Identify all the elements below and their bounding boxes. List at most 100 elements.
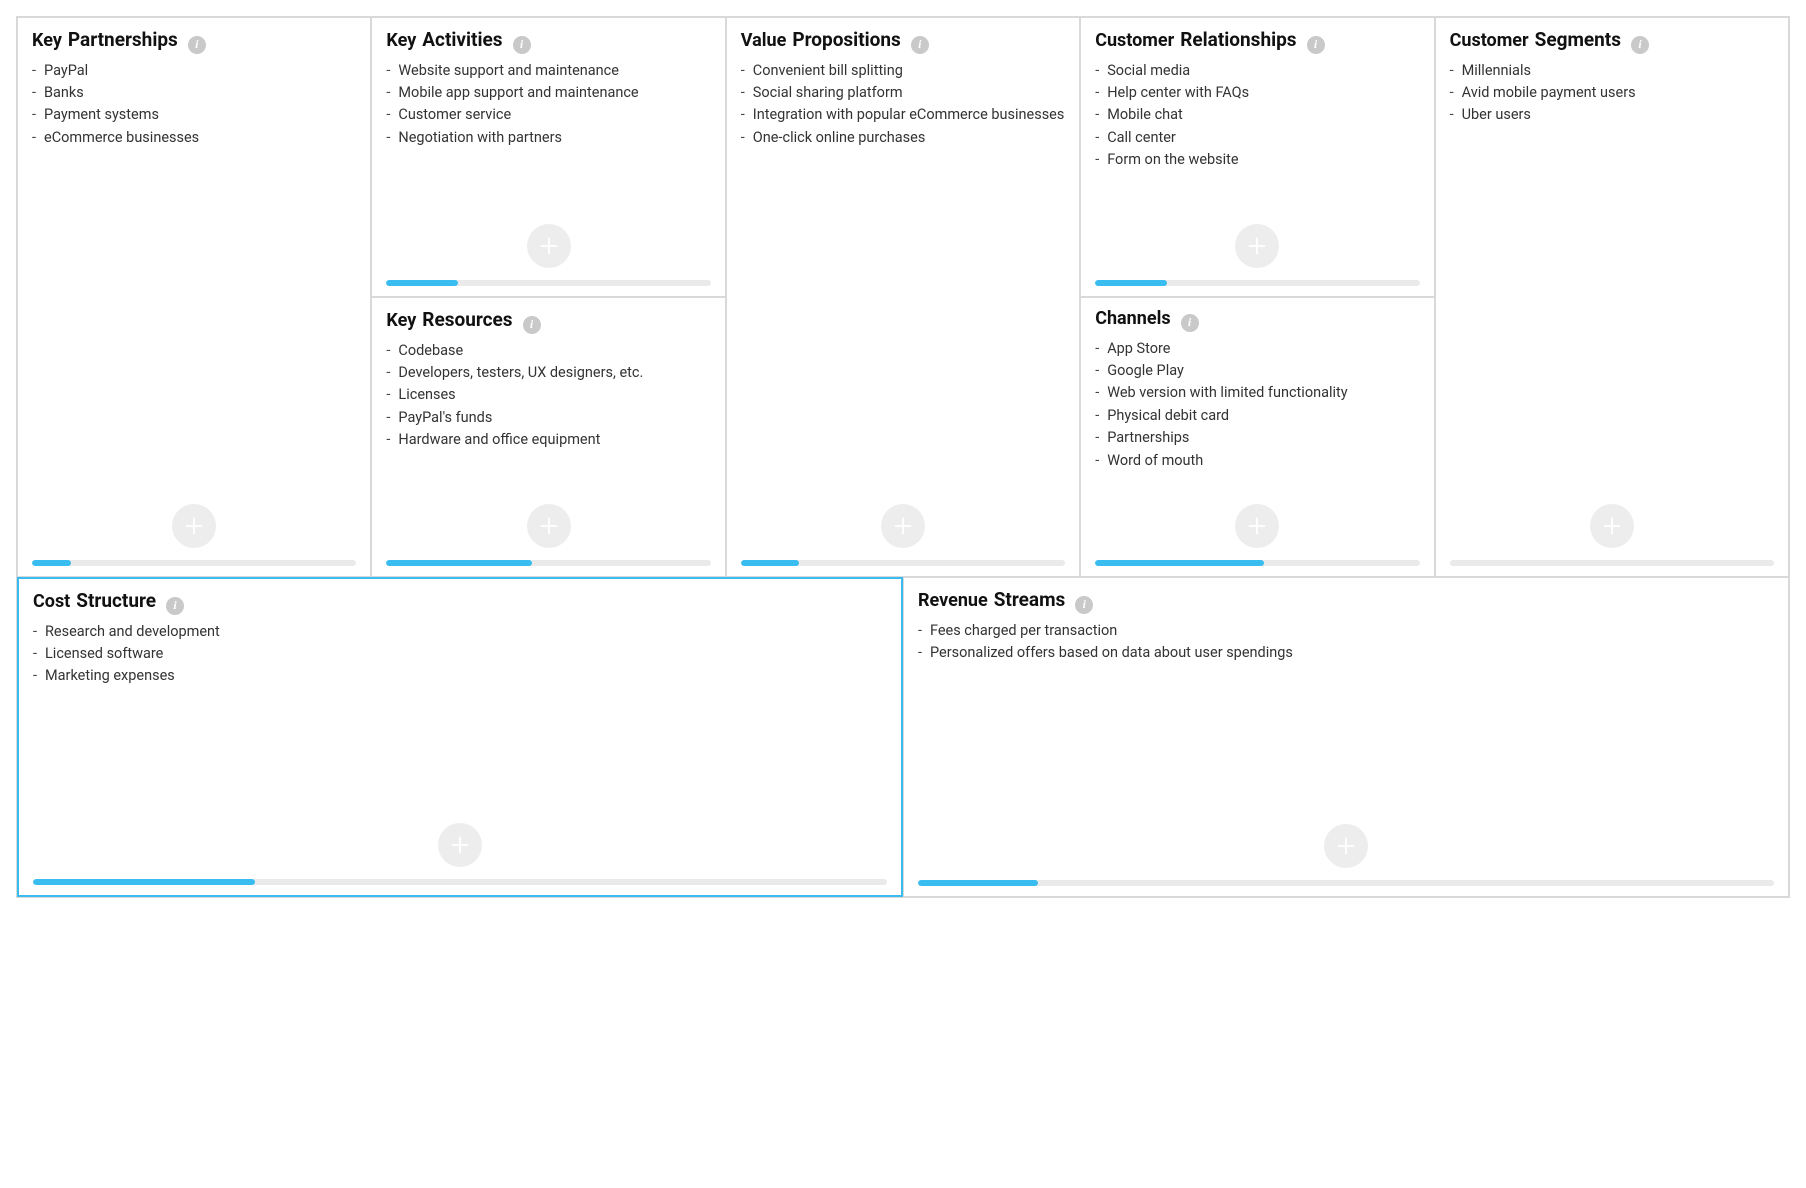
title-word-2: Relationships — [1180, 28, 1296, 51]
list-item[interactable]: Research and development — [33, 621, 887, 643]
business-model-canvas: Key Partnerships PayPalBanksPayment syst… — [16, 16, 1790, 898]
progress-bar — [386, 280, 710, 286]
add-button[interactable] — [527, 224, 571, 268]
item-list: CodebaseDevelopers, testers, UX designer… — [386, 340, 710, 452]
list-item[interactable]: Avid mobile payment users — [1450, 82, 1774, 104]
plus-icon — [1601, 515, 1623, 537]
list-item[interactable]: Personalized offers based on data about … — [918, 642, 1774, 664]
title-word-2: Segments — [1535, 28, 1621, 51]
block-title: Key Resources — [386, 308, 710, 332]
progress-bar — [1450, 560, 1774, 566]
info-icon[interactable] — [1631, 36, 1649, 54]
list-item[interactable]: Mobile app support and maintenance — [386, 82, 710, 104]
block-value-propositions[interactable]: Value Propositions Convenient bill split… — [726, 17, 1080, 577]
list-item[interactable]: Social sharing platform — [741, 82, 1065, 104]
plus-icon — [1246, 515, 1268, 537]
list-item[interactable]: Negotiation with partners — [386, 127, 710, 149]
info-icon[interactable] — [911, 36, 929, 54]
list-item[interactable]: PayPal's funds — [386, 407, 710, 429]
list-item[interactable]: Customer service — [386, 104, 710, 126]
plus-icon — [1246, 235, 1268, 257]
info-icon[interactable] — [1307, 36, 1325, 54]
title-word-1: Key — [386, 310, 416, 331]
list-item[interactable]: Partnerships — [1095, 427, 1419, 449]
list-item[interactable]: Licensed software — [33, 643, 887, 665]
plus-icon — [538, 235, 560, 257]
list-item[interactable]: Integration with popular eCommerce busin… — [741, 104, 1065, 126]
plus-icon — [892, 515, 914, 537]
info-icon[interactable] — [513, 36, 531, 54]
list-item[interactable]: Developers, testers, UX designers, etc. — [386, 362, 710, 384]
add-button[interactable] — [1235, 504, 1279, 548]
list-item[interactable]: Marketing expenses — [33, 665, 887, 687]
title-word-1: Cost — [33, 591, 70, 612]
title-word-2: Activities — [422, 28, 502, 51]
block-title: Customer Relationships — [1095, 28, 1419, 52]
info-icon[interactable] — [166, 597, 184, 615]
list-item[interactable]: Form on the website — [1095, 149, 1419, 171]
info-icon[interactable] — [188, 36, 206, 54]
list-item[interactable]: Physical debit card — [1095, 405, 1419, 427]
list-item[interactable]: eCommerce businesses — [32, 127, 356, 149]
add-button[interactable] — [1235, 224, 1279, 268]
list-item[interactable]: Payment systems — [32, 104, 356, 126]
item-list: Social mediaHelp center with FAQsMobile … — [1095, 60, 1419, 172]
list-item[interactable]: PayPal — [32, 60, 356, 82]
title-word-2: Propositions — [792, 28, 900, 51]
block-title: Key Activities — [386, 28, 710, 52]
list-item[interactable]: Convenient bill splitting — [741, 60, 1065, 82]
list-item[interactable]: Mobile chat — [1095, 104, 1419, 126]
info-icon[interactable] — [1181, 314, 1199, 332]
block-channels[interactable]: Channels App StoreGoogle PlayWeb version… — [1080, 297, 1434, 577]
list-item[interactable]: Google Play — [1095, 360, 1419, 382]
list-item[interactable]: Website support and maintenance — [386, 60, 710, 82]
item-list: Fees charged per transactionPersonalized… — [918, 620, 1774, 665]
block-customer-segments[interactable]: Customer Segments MillennialsAvid mobile… — [1435, 17, 1789, 577]
add-button[interactable] — [881, 504, 925, 548]
progress-bar — [918, 880, 1774, 886]
add-button[interactable] — [438, 823, 482, 867]
block-cost-structure[interactable]: Cost Structure Research and developmentL… — [17, 577, 903, 897]
item-list: PayPalBanksPayment systemseCommerce busi… — [32, 60, 356, 150]
block-revenue-streams[interactable]: Revenue Streams Fees charged per transac… — [903, 577, 1789, 897]
add-button[interactable] — [1324, 824, 1368, 868]
title-word-1: Key — [32, 30, 62, 51]
list-item[interactable]: Licenses — [386, 384, 710, 406]
title-word-2: Streams — [994, 588, 1066, 611]
block-customer-relationships[interactable]: Customer Relationships Social mediaHelp … — [1080, 17, 1434, 297]
item-list: MillennialsAvid mobile payment usersUber… — [1450, 60, 1774, 127]
block-key-activities[interactable]: Key Activities Website support and maint… — [371, 17, 725, 297]
list-item[interactable]: Call center — [1095, 127, 1419, 149]
list-item[interactable]: App Store — [1095, 338, 1419, 360]
list-item[interactable]: Codebase — [386, 340, 710, 362]
list-item[interactable]: One-click online purchases — [741, 127, 1065, 149]
title-word-1: Revenue — [918, 590, 988, 611]
list-item[interactable]: Social media — [1095, 60, 1419, 82]
progress-bar — [1095, 280, 1419, 286]
info-icon[interactable] — [523, 316, 541, 334]
info-icon[interactable] — [1075, 596, 1093, 614]
block-title: Value Propositions — [741, 28, 1065, 52]
title-word-1: Value — [741, 30, 787, 51]
add-button[interactable] — [527, 504, 571, 548]
add-button[interactable] — [172, 504, 216, 548]
title-word-1: Channels — [1095, 308, 1170, 329]
list-item[interactable]: Hardware and office equipment — [386, 429, 710, 451]
block-title: Revenue Streams — [918, 588, 1774, 612]
list-item[interactable]: Web version with limited functionality — [1095, 382, 1419, 404]
plus-icon — [1335, 835, 1357, 857]
block-key-partnerships[interactable]: Key Partnerships PayPalBanksPayment syst… — [17, 17, 371, 577]
block-title: Channels — [1095, 308, 1419, 330]
add-button[interactable] — [1590, 504, 1634, 548]
list-item[interactable]: Banks — [32, 82, 356, 104]
list-item[interactable]: Millennials — [1450, 60, 1774, 82]
block-title: Cost Structure — [33, 589, 887, 613]
list-item[interactable]: Fees charged per transaction — [918, 620, 1774, 642]
block-key-resources[interactable]: Key Resources CodebaseDevelopers, tester… — [371, 297, 725, 577]
list-item[interactable]: Help center with FAQs — [1095, 82, 1419, 104]
title-word-1: Customer — [1450, 30, 1529, 51]
item-list: App StoreGoogle PlayWeb version with lim… — [1095, 338, 1419, 473]
plus-icon — [183, 515, 205, 537]
list-item[interactable]: Word of mouth — [1095, 450, 1419, 472]
list-item[interactable]: Uber users — [1450, 104, 1774, 126]
